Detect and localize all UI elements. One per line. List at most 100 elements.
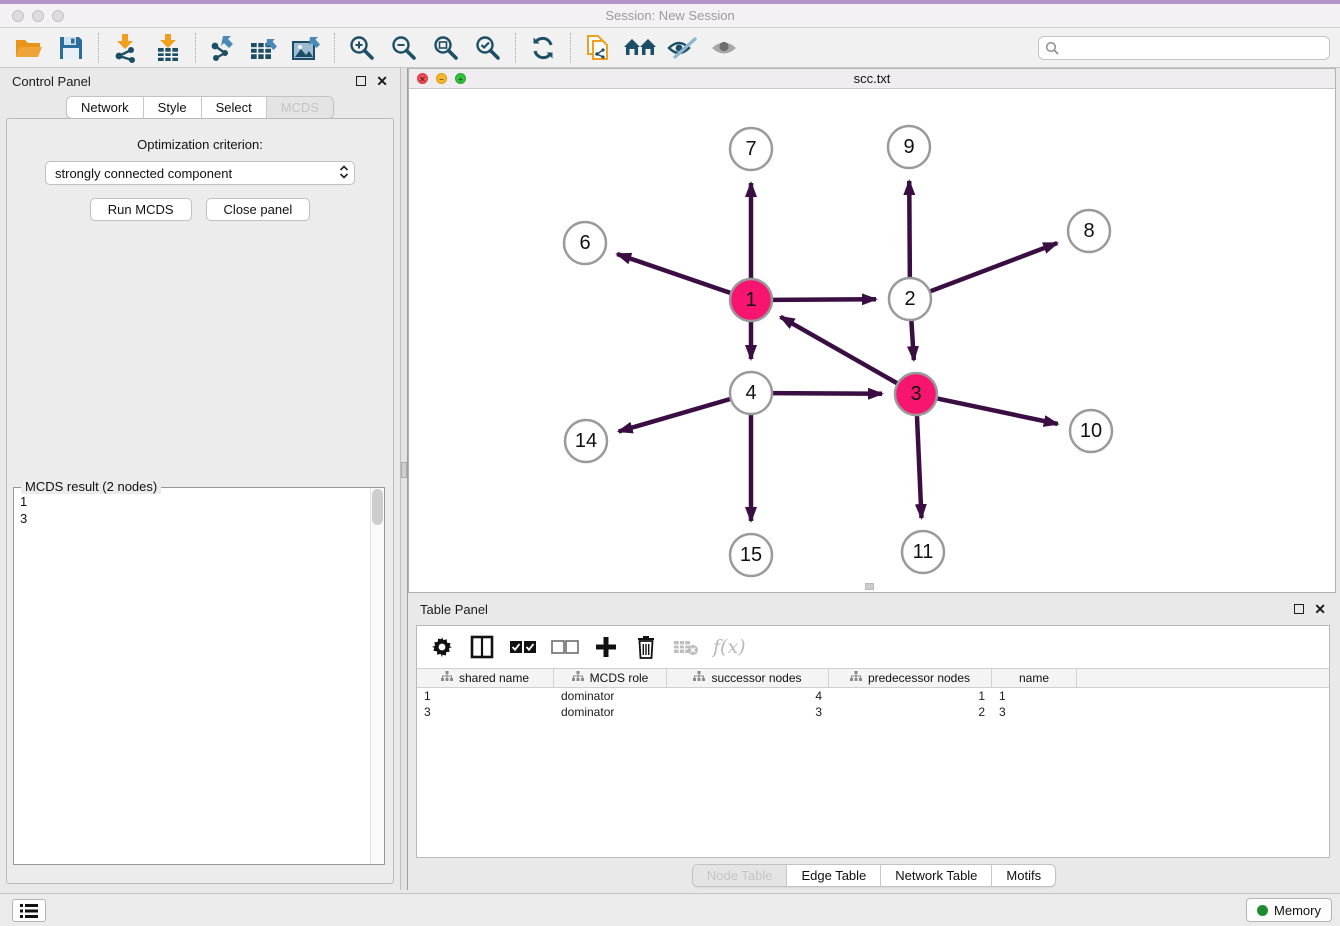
delete-column-icon[interactable] (633, 634, 659, 660)
search-input[interactable] (1064, 40, 1323, 55)
search-box[interactable] (1038, 36, 1330, 60)
table-tab-edge-table[interactable]: Edge Table (787, 865, 881, 886)
graph-node-15[interactable]: 15 (730, 534, 772, 576)
hide-eye-icon[interactable] (665, 32, 699, 64)
table-tab-motifs[interactable]: Motifs (992, 865, 1055, 886)
edge-2-to-8[interactable] (931, 243, 1058, 291)
graph-node-3[interactable]: 3 (895, 373, 937, 415)
table-cell[interactable]: dominator (554, 688, 667, 704)
close-table-panel-icon[interactable]: ✕ (1314, 604, 1326, 614)
select-all-checkboxes-icon[interactable] (509, 634, 537, 660)
float-panel-icon[interactable] (356, 76, 366, 86)
import-table-icon[interactable] (151, 32, 185, 64)
duplicate-network-icon[interactable] (581, 32, 615, 64)
table-cell[interactable]: 2 (829, 704, 992, 720)
table-cell[interactable]: 3 (667, 704, 829, 720)
column-header-predecessor-nodes[interactable]: predecessor nodes (829, 669, 992, 687)
show-eye-icon[interactable] (707, 32, 741, 64)
column-header-name[interactable]: name (992, 669, 1077, 687)
minimize-window-button[interactable] (32, 10, 44, 22)
table-cell[interactable]: 1 (829, 688, 992, 704)
export-table-icon[interactable] (248, 32, 282, 64)
table-panel-main: f(x) shared nameMCDS rolesuccessor nodes… (416, 625, 1330, 858)
table-cell[interactable]: dominator (554, 704, 667, 720)
table-row[interactable]: 3dominator323 (417, 704, 1329, 720)
memory-button[interactable]: Memory (1246, 898, 1332, 922)
edge-2-to-3[interactable] (911, 321, 913, 360)
zoom-window-button[interactable] (52, 10, 64, 22)
zoom-fit-icon[interactable] (429, 32, 463, 64)
export-image-icon[interactable] (290, 32, 324, 64)
zoom-selected-icon[interactable] (471, 32, 505, 64)
edge-3-to-11[interactable] (917, 416, 922, 518)
delete-table-icon[interactable] (673, 634, 699, 660)
mcds-result-text[interactable]: 1 3 (14, 489, 370, 864)
graph-node-11[interactable]: 11 (902, 531, 944, 573)
graph-node-7[interactable]: 7 (730, 128, 772, 170)
refresh-icon[interactable] (526, 32, 560, 64)
edge-4-to-3[interactable] (773, 393, 882, 394)
import-network-icon[interactable] (109, 32, 143, 64)
criterion-dropdown[interactable]: strongly connected component (45, 161, 355, 185)
column-header-successor-nodes[interactable]: successor nodes (667, 669, 829, 687)
edge-2-to-9[interactable] (909, 181, 910, 277)
table-cell[interactable]: 3 (992, 704, 1077, 720)
save-session-icon[interactable] (54, 32, 88, 64)
edge-3-to-10[interactable] (938, 399, 1058, 424)
table-cell[interactable]: 1 (992, 688, 1077, 704)
close-window-button[interactable] (12, 10, 24, 22)
show-columns-icon[interactable] (469, 634, 495, 660)
table-row[interactable]: 1dominator411 (417, 688, 1329, 704)
zoom-out-icon[interactable] (387, 32, 421, 64)
column-header-MCDS-role[interactable]: MCDS role (554, 669, 667, 687)
table-settings-gear-icon[interactable] (429, 634, 455, 660)
graph-node-9[interactable]: 9 (888, 126, 930, 168)
result-scrollbar[interactable] (370, 488, 384, 864)
close-panel-icon[interactable]: ✕ (376, 76, 388, 86)
graph-node-14[interactable]: 14 (565, 420, 607, 462)
table-tab-network-table[interactable]: Network Table (881, 865, 992, 886)
task-history-button[interactable] (12, 899, 46, 922)
canvas-resize-handle[interactable] (865, 583, 874, 590)
svg-text:6: 6 (579, 232, 590, 254)
table-tab-node-table[interactable]: Node Table (693, 865, 788, 886)
tab-mcds[interactable]: MCDS (267, 97, 333, 118)
zoom-in-icon[interactable] (345, 32, 379, 64)
network-zoom-button[interactable]: + (455, 73, 466, 84)
network-window-titlebar[interactable]: ✕ – + scc.txt (409, 69, 1335, 89)
table-cell[interactable]: 4 (667, 688, 829, 704)
table-cell[interactable]: 1 (417, 688, 554, 704)
graph-node-1[interactable]: 1 (730, 279, 772, 321)
two-houses-icon[interactable] (623, 32, 657, 64)
clear-checkboxes-icon[interactable] (551, 634, 579, 660)
edge-1-to-6[interactable] (617, 254, 730, 293)
network-canvas[interactable]: 7 9 6 8 1 2 4 3 14 10 15 11 (409, 89, 1335, 592)
graph-node-10[interactable]: 10 (1070, 410, 1112, 452)
network-close-button[interactable]: ✕ (417, 73, 428, 84)
table-cell[interactable]: 3 (417, 704, 554, 720)
graph-node-2[interactable]: 2 (889, 278, 931, 320)
edge-3-to-1[interactable] (781, 317, 897, 383)
panel-divider-handle[interactable] (401, 462, 407, 478)
panel-divider[interactable] (400, 68, 408, 890)
edge-4-to-14[interactable] (619, 399, 730, 431)
run-mcds-button[interactable]: Run MCDS (90, 198, 192, 221)
tab-style[interactable]: Style (144, 97, 202, 118)
graph-node-8[interactable]: 8 (1068, 210, 1110, 252)
add-column-icon[interactable] (593, 634, 619, 660)
export-network-icon[interactable] (206, 32, 240, 64)
tab-select[interactable]: Select (202, 97, 267, 118)
close-panel-button[interactable]: Close panel (206, 198, 311, 221)
edge-1-to-2[interactable] (773, 299, 876, 300)
graph-node-4[interactable]: 4 (730, 372, 772, 414)
node-table[interactable]: shared nameMCDS rolesuccessor nodesprede… (417, 668, 1329, 720)
result-scrollbar-thumb[interactable] (372, 489, 383, 525)
network-minimize-button[interactable]: – (436, 73, 447, 84)
open-session-icon[interactable] (12, 32, 46, 64)
network-graph[interactable]: 7 9 6 8 1 2 4 3 14 10 15 11 (409, 89, 1335, 592)
tab-network[interactable]: Network (67, 97, 144, 118)
function-builder-icon[interactable]: f(x) (713, 634, 746, 660)
column-header-shared-name[interactable]: shared name (417, 669, 554, 687)
graph-node-6[interactable]: 6 (564, 222, 606, 264)
float-table-panel-icon[interactable] (1294, 604, 1304, 614)
